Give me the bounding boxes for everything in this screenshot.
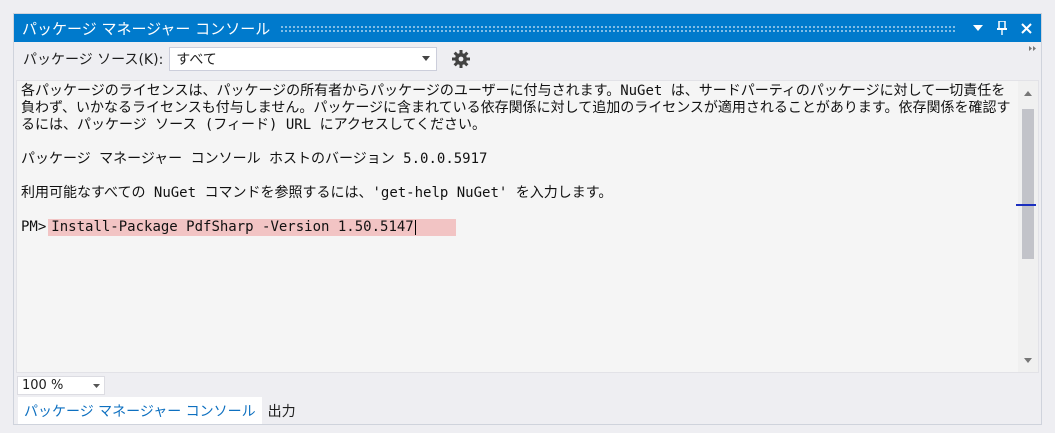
tab-package-manager-console[interactable]: パッケージ マネージャー コンソール [18,397,262,424]
scrollbar-thumb[interactable] [1022,109,1034,259]
host-version-text: パッケージ マネージャー コンソール ホストのバージョン 5.0.0.5917 [21,151,488,167]
tab-output[interactable]: 出力 [262,397,302,424]
console-prompt: PM> [21,219,47,235]
scroll-up-icon[interactable] [1018,83,1038,103]
package-manager-console-window: パッケージ マネージャー コンソール パッケージ ソース(K): すべて 各パッ… [13,13,1042,425]
console-toolbar: パッケージ ソース(K): すべて [14,42,1041,76]
window-position-dropdown-icon[interactable] [967,17,989,39]
command-line[interactable]: PM> Install-Package PdfSharp -Version 1.… [21,219,1013,236]
scrollbar-position-marker [1016,204,1036,206]
help-hint-text: 利用可能なすべての NuGet コマンドを参照するには、'get-help Nu… [21,185,613,201]
chevron-down-icon [422,54,431,64]
text-caret [414,220,416,235]
title-bar: パッケージ マネージャー コンソール [14,14,1041,42]
package-source-label: パッケージ ソース(K): [23,52,164,68]
scroll-down-icon[interactable] [1018,350,1038,370]
gear-icon[interactable] [451,49,471,69]
console-output-area[interactable]: 各パッケージのライセンスは、パッケージの所有者からパッケージのユーザーに付与され… [16,80,1039,373]
command-text: Install-Package PdfSharp -Version 1.50.5… [51,219,414,235]
toolbar-overflow-icon[interactable] [1029,44,1037,54]
pin-icon[interactable] [991,17,1013,39]
chevron-down-icon [93,381,100,390]
license-notice: 各パッケージのライセンスは、パッケージの所有者からパッケージのユーザーに付与され… [21,83,1011,133]
close-icon[interactable] [1015,17,1037,39]
command-input[interactable]: Install-Package PdfSharp -Version 1.50.5… [48,219,457,236]
bottom-tab-strip: パッケージ マネージャー コンソール 出力 [18,397,302,424]
zoom-select[interactable]: 100 % [17,376,105,395]
window-title: パッケージ マネージャー コンソール [22,19,271,38]
title-bar-grip[interactable] [280,24,957,32]
vertical-scrollbar[interactable] [1016,81,1038,372]
zoom-value: 100 % [22,378,64,393]
package-source-select[interactable]: すべて [169,47,438,71]
package-source-value: すべて [176,52,217,68]
